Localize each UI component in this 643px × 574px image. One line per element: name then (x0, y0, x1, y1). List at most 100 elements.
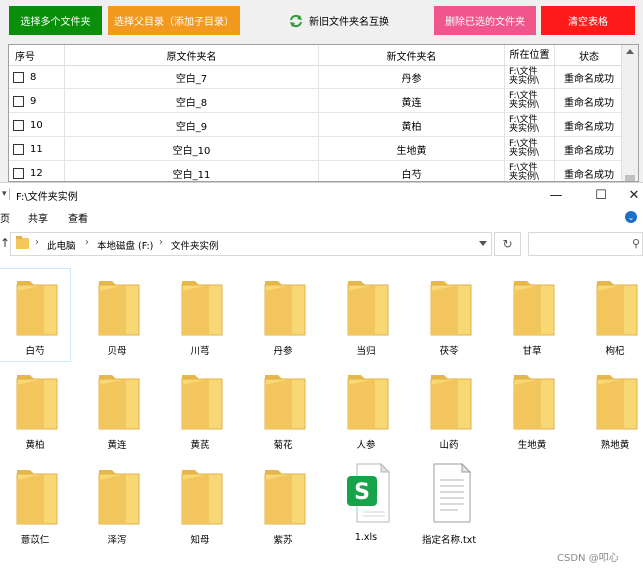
folder-icon (594, 371, 640, 433)
breadcrumb-separator-icon: › (35, 237, 39, 248)
window-title: F:\文件夹实例 (16, 192, 78, 203)
table-scrollbar[interactable] (621, 45, 638, 181)
item-label: 黄芪 (190, 440, 210, 451)
row-location: F:\文件 夹实例\ (505, 89, 555, 113)
item-label: 知母 (190, 535, 210, 546)
folder-item[interactable]: 熟地黄 (580, 363, 643, 455)
item-label: 黄连 (107, 440, 127, 451)
minimize-icon[interactable]: — (541, 185, 571, 205)
item-label: 川芎 (190, 346, 210, 357)
folder-item[interactable]: 白芍 (0, 268, 71, 362)
folder-item[interactable]: 川芎 (165, 269, 235, 361)
folder-item[interactable]: 山药 (414, 363, 484, 455)
table-row[interactable]: 9 空白_8 黄连 F:\文件 夹实例\ 重命名成功 (9, 89, 638, 113)
folder-icon (511, 371, 557, 433)
file-item[interactable]: S 1.xls (331, 458, 401, 550)
folder-icon (262, 371, 308, 433)
tab-file[interactable]: 页 (0, 210, 10, 225)
help-icon[interactable]: ⌄ (625, 211, 637, 223)
folder-item[interactable]: 当归 (331, 269, 401, 361)
folder-item[interactable]: 知母 (165, 458, 235, 550)
item-label: 紫苏 (273, 535, 293, 546)
folder-icon (179, 466, 225, 528)
refresh-icon[interactable]: ↻ (494, 232, 521, 256)
close-icon[interactable]: ✕ (619, 185, 643, 205)
table-row[interactable]: 11 空白_10 生地黄 F:\文件 夹实例\ 重命名成功 (9, 137, 638, 161)
row-location: F:\文件 夹实例\ (505, 161, 555, 181)
row-checkbox[interactable] (13, 167, 24, 179)
row-status: 重命名成功 (564, 97, 614, 109)
row-new-name: 生地黄 (319, 137, 505, 161)
row-checkbox[interactable] (13, 119, 24, 131)
swap-names-label: 新旧文件夹名互换 (309, 17, 389, 28)
folder-item[interactable]: 贝母 (82, 269, 152, 361)
breadcrumb-local-disk[interactable]: 本地磁盘 (F:) (97, 238, 153, 252)
row-number: 12 (9, 161, 65, 181)
folder-icon (511, 277, 557, 339)
folder-icon (96, 371, 142, 433)
item-label: 丹参 (273, 346, 293, 357)
folder-item[interactable]: 黄连 (82, 363, 152, 455)
row-checkbox[interactable] (13, 143, 24, 155)
item-label: 人参 (356, 440, 376, 451)
row-checkbox[interactable] (13, 95, 24, 107)
folder-item[interactable]: 甘草 (497, 269, 567, 361)
table-row[interactable]: 8 空白_7 丹参 F:\文件 夹实例\ 重命名成功 (9, 65, 638, 89)
folder-icon (16, 236, 29, 249)
folder-item[interactable]: 茯苓 (414, 269, 484, 361)
folder-item[interactable]: 黄芪 (165, 363, 235, 455)
quick-access-dropdown-icon[interactable]: ▾ (2, 189, 7, 199)
row-old-name: 空白_11 (65, 161, 319, 181)
item-label: 薏苡仁 (20, 535, 50, 546)
table-header: 序号 原文件夹名 新文件夹名 所在位置 状态 (9, 45, 638, 66)
rename-tool: 选择多个文件夹 选择父目录（添加子目录） 新旧文件夹名互换 删除已选的文件夹 清… (0, 0, 643, 182)
folder-icon (14, 371, 60, 433)
breadcrumb-folder[interactable]: 文件夹实例 (171, 238, 219, 252)
address-dropdown-icon[interactable] (479, 241, 487, 246)
scroll-thumb[interactable] (625, 175, 635, 181)
tab-view[interactable]: 查看 (68, 210, 88, 225)
row-number-text: 9 (30, 95, 37, 107)
row-number-text: 11 (30, 143, 43, 155)
item-label: 山药 (439, 440, 459, 451)
scroll-up-arrow-icon[interactable] (626, 49, 634, 54)
maximize-icon[interactable]: ☐ (586, 185, 616, 205)
folder-item[interactable]: 紫苏 (248, 458, 318, 550)
row-new-name: 丹参 (319, 65, 505, 89)
text-file-icon (428, 462, 474, 524)
row-status: 重命名成功 (564, 121, 614, 133)
up-arrow-icon[interactable]: ↑ (0, 236, 10, 250)
search-input[interactable]: ⚲ (528, 232, 643, 256)
folder-icon (428, 371, 474, 433)
table-row[interactable]: 12 空白_11 白芍 F:\文件 夹实例\ 重命名成功 (9, 161, 638, 181)
folder-item[interactable]: 枸杞 (580, 269, 643, 361)
search-icon: ⚲ (631, 237, 640, 250)
header-location: 所在位置 (505, 45, 555, 65)
delete-selected-button[interactable]: 删除已选的文件夹 (434, 6, 536, 35)
address-bar[interactable]: › 此电脑 › 本地磁盘 (F:) › 文件夹实例 (10, 232, 492, 256)
select-parent-dir-button[interactable]: 选择父目录（添加子目录） (108, 6, 240, 35)
row-number-text: 12 (30, 167, 43, 179)
row-status: 重命名成功 (564, 73, 614, 85)
tab-share[interactable]: 共享 (28, 210, 48, 225)
table-row[interactable]: 10 空白_9 黄柏 F:\文件 夹实例\ 重命名成功 (9, 113, 638, 137)
clear-table-button[interactable]: 清空表格 (541, 6, 635, 35)
folder-item[interactable]: 生地黄 (497, 363, 567, 455)
folder-item[interactable]: 薏苡仁 (0, 458, 70, 550)
row-checkbox[interactable] (13, 71, 24, 83)
folder-icon (14, 466, 60, 528)
folder-item[interactable]: 丹参 (248, 269, 318, 361)
select-folders-button[interactable]: 选择多个文件夹 (9, 6, 102, 35)
row-number: 11 (9, 137, 65, 161)
folder-icon (345, 277, 391, 339)
folder-item[interactable]: 人参 (331, 363, 401, 455)
folder-item[interactable]: 泽泻 (82, 458, 152, 550)
folder-item[interactable]: 黄柏 (0, 363, 70, 455)
row-old-name: 空白_8 (65, 89, 319, 113)
file-item[interactable]: 指定名称.txt (414, 458, 484, 550)
item-label: 甘草 (522, 346, 542, 357)
swap-names-button[interactable]: 新旧文件夹名互换 (284, 6, 394, 35)
folder-item[interactable]: 菊花 (248, 363, 318, 455)
breadcrumb-this-pc[interactable]: 此电脑 (47, 238, 76, 252)
ribbon-tabs: 页 共享 查看 ⌄ (0, 207, 643, 227)
